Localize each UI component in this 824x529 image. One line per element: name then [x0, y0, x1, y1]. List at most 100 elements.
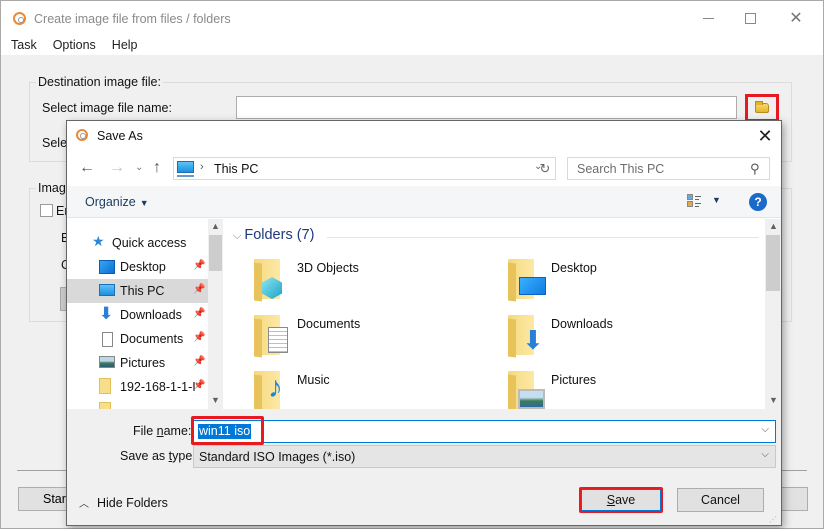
nav-item-label: Pictures	[120, 356, 166, 370]
folder-item-3d-objects[interactable]: 3D Objects	[254, 259, 494, 309]
documents-icon	[102, 332, 113, 347]
organize-button[interactable]: Organize ▼	[85, 195, 149, 209]
scroll-up-icon[interactable]: ▲	[211, 221, 220, 231]
menu-help[interactable]: Help	[108, 35, 144, 55]
search-box[interactable]: Search This PC ⚲	[567, 157, 770, 180]
view-options-icon[interactable]	[687, 194, 701, 208]
up-arrow-icon[interactable]: ↑	[153, 159, 161, 177]
collapse-chevron-icon: ⌵	[233, 230, 242, 242]
browse-button[interactable]	[745, 94, 779, 122]
save-as-type-dropdown-icon[interactable]: ⌵	[761, 449, 769, 460]
help-icon[interactable]: ?	[749, 193, 767, 211]
recent-locations-chevron-icon[interactable]: ⌄	[135, 162, 143, 173]
nav-pane-scrollbar[interactable]: ▲ ▼	[208, 219, 223, 409]
folders-group-label: Folders (7)	[244, 227, 315, 243]
pictures-icon	[518, 389, 545, 409]
nav-item-pictures[interactable]: Pictures 📌	[67, 351, 208, 375]
folder-item-downloads[interactable]: ⬇ Downloads	[508, 315, 748, 365]
this-pc-icon	[177, 161, 194, 177]
resize-grip-icon[interactable]: ⋰	[769, 515, 777, 524]
close-icon: ✕	[789, 10, 803, 27]
content-scrollbar[interactable]: ▲ ▼	[765, 219, 781, 409]
search-icon[interactable]: ⚲	[750, 161, 760, 177]
download-icon: ⬇	[99, 304, 114, 323]
pin-icon[interactable]: 📌	[193, 332, 205, 343]
nav-pane-scroll-thumb[interactable]	[209, 235, 222, 271]
folder-icon	[99, 378, 111, 394]
folder-name: Documents	[297, 317, 361, 331]
nav-item-label: Quick access	[112, 236, 187, 250]
back-arrow-icon[interactable]: ←	[79, 159, 95, 177]
pin-icon[interactable]: 📌	[193, 260, 205, 271]
pin-icon[interactable]: 📌	[193, 356, 205, 367]
nav-item-this-pc[interactable]: This PC 📌	[67, 279, 208, 303]
minimize-icon	[702, 17, 714, 19]
menu-bar: Task Options Help	[1, 35, 823, 55]
folders-group-header[interactable]: ⌵ Folders (7)	[233, 227, 314, 243]
forward-arrow-icon[interactable]: →	[109, 159, 125, 177]
desktop-icon	[519, 277, 546, 295]
pin-icon[interactable]: 📌	[193, 284, 205, 295]
address-bar[interactable]: › This PC ⌄	[173, 157, 556, 180]
hide-folders-button[interactable]: ︿ Hide Folders	[79, 495, 168, 510]
close-button[interactable]: ✕	[773, 1, 819, 35]
content-scroll-thumb[interactable]	[766, 235, 780, 291]
nav-item-network-folder[interactable]: 192-168-1-1-I 📌	[67, 375, 208, 399]
save-as-dialog: Save As ✕ ← → ⌄ ↑ › This PC ⌄ ↻ Search T…	[66, 120, 782, 526]
dropdown-triangle-icon: ▼	[139, 198, 149, 208]
disc-app-icon	[76, 129, 88, 141]
breadcrumb-separator[interactable]: ›	[200, 161, 204, 173]
desktop-icon	[99, 260, 115, 274]
minimize-button[interactable]	[685, 1, 731, 35]
scroll-down-icon[interactable]: ▼	[769, 395, 778, 405]
destination-file-input[interactable]	[236, 96, 737, 119]
save-as-title-bar: Save As ✕	[67, 121, 781, 151]
breadcrumb-this-pc[interactable]: This PC	[214, 162, 258, 176]
hide-folders-label: Hide Folders	[97, 496, 168, 510]
save-as-type-select[interactable]: Standard ISO Images (*.iso) ⌵	[193, 445, 776, 468]
pin-icon[interactable]: 📌	[193, 308, 205, 319]
close-icon: ✕	[757, 125, 773, 146]
maximize-button[interactable]	[727, 1, 773, 35]
file-name-highlight-annotation	[191, 416, 264, 445]
scroll-down-icon[interactable]: ▼	[211, 395, 220, 405]
music-icon: ♪	[268, 371, 283, 404]
save-as-type-value: Standard ISO Images (*.iso)	[199, 450, 356, 464]
enable-checkbox[interactable]	[40, 204, 53, 217]
chevron-up-icon: ︿	[79, 499, 89, 510]
nav-item-quick-access[interactable]: ★ Quick access	[67, 231, 208, 255]
menu-options[interactable]: Options	[49, 35, 102, 55]
dialog-close-button[interactable]: ✕	[751, 123, 779, 149]
view-dropdown-icon[interactable]: ▼	[712, 195, 721, 205]
folder-item-pictures[interactable]: Pictures	[508, 371, 748, 409]
refresh-button[interactable]: ↻	[535, 157, 556, 180]
star-icon: ★	[92, 233, 105, 249]
folder-item-desktop[interactable]: Desktop	[508, 259, 748, 309]
cancel-button[interactable]: Cancel	[677, 488, 764, 512]
save-button[interactable]: Save	[579, 487, 663, 513]
menu-task[interactable]: Task	[1, 35, 43, 55]
file-name-input[interactable]: win11 iso ⌵	[193, 420, 776, 443]
nav-item-desktop[interactable]: Desktop 📌	[67, 255, 208, 279]
folder-item-documents[interactable]: Documents	[254, 315, 494, 365]
nav-item-downloads[interactable]: ⬇ Downloads 📌	[67, 303, 208, 327]
folder-name: Pictures	[551, 373, 597, 387]
nav-item-documents[interactable]: Documents 📌	[67, 327, 208, 351]
this-pc-icon	[99, 284, 115, 296]
folder-name: Desktop	[551, 261, 597, 275]
folder-item-music[interactable]: ♪ Music	[254, 371, 494, 409]
folder-name: 3D Objects	[297, 261, 359, 275]
group-divider	[327, 237, 759, 238]
file-name-dropdown-icon[interactable]: ⌵	[761, 424, 769, 435]
nav-item-partial[interactable]	[67, 399, 208, 409]
documents-icon	[268, 327, 288, 353]
command-bar: Organize ▼ ▼ ?	[67, 186, 781, 218]
organize-label: Organize	[85, 195, 136, 209]
scroll-up-icon[interactable]: ▲	[769, 221, 778, 231]
save-as-title: Save As	[97, 129, 143, 143]
maximize-icon	[744, 12, 756, 24]
download-icon: ⬇	[522, 325, 544, 355]
save-as-type-label: Save as type:	[120, 449, 196, 463]
pin-icon[interactable]: 📌	[193, 380, 205, 391]
cancel-button-label: Cancel	[701, 493, 740, 507]
